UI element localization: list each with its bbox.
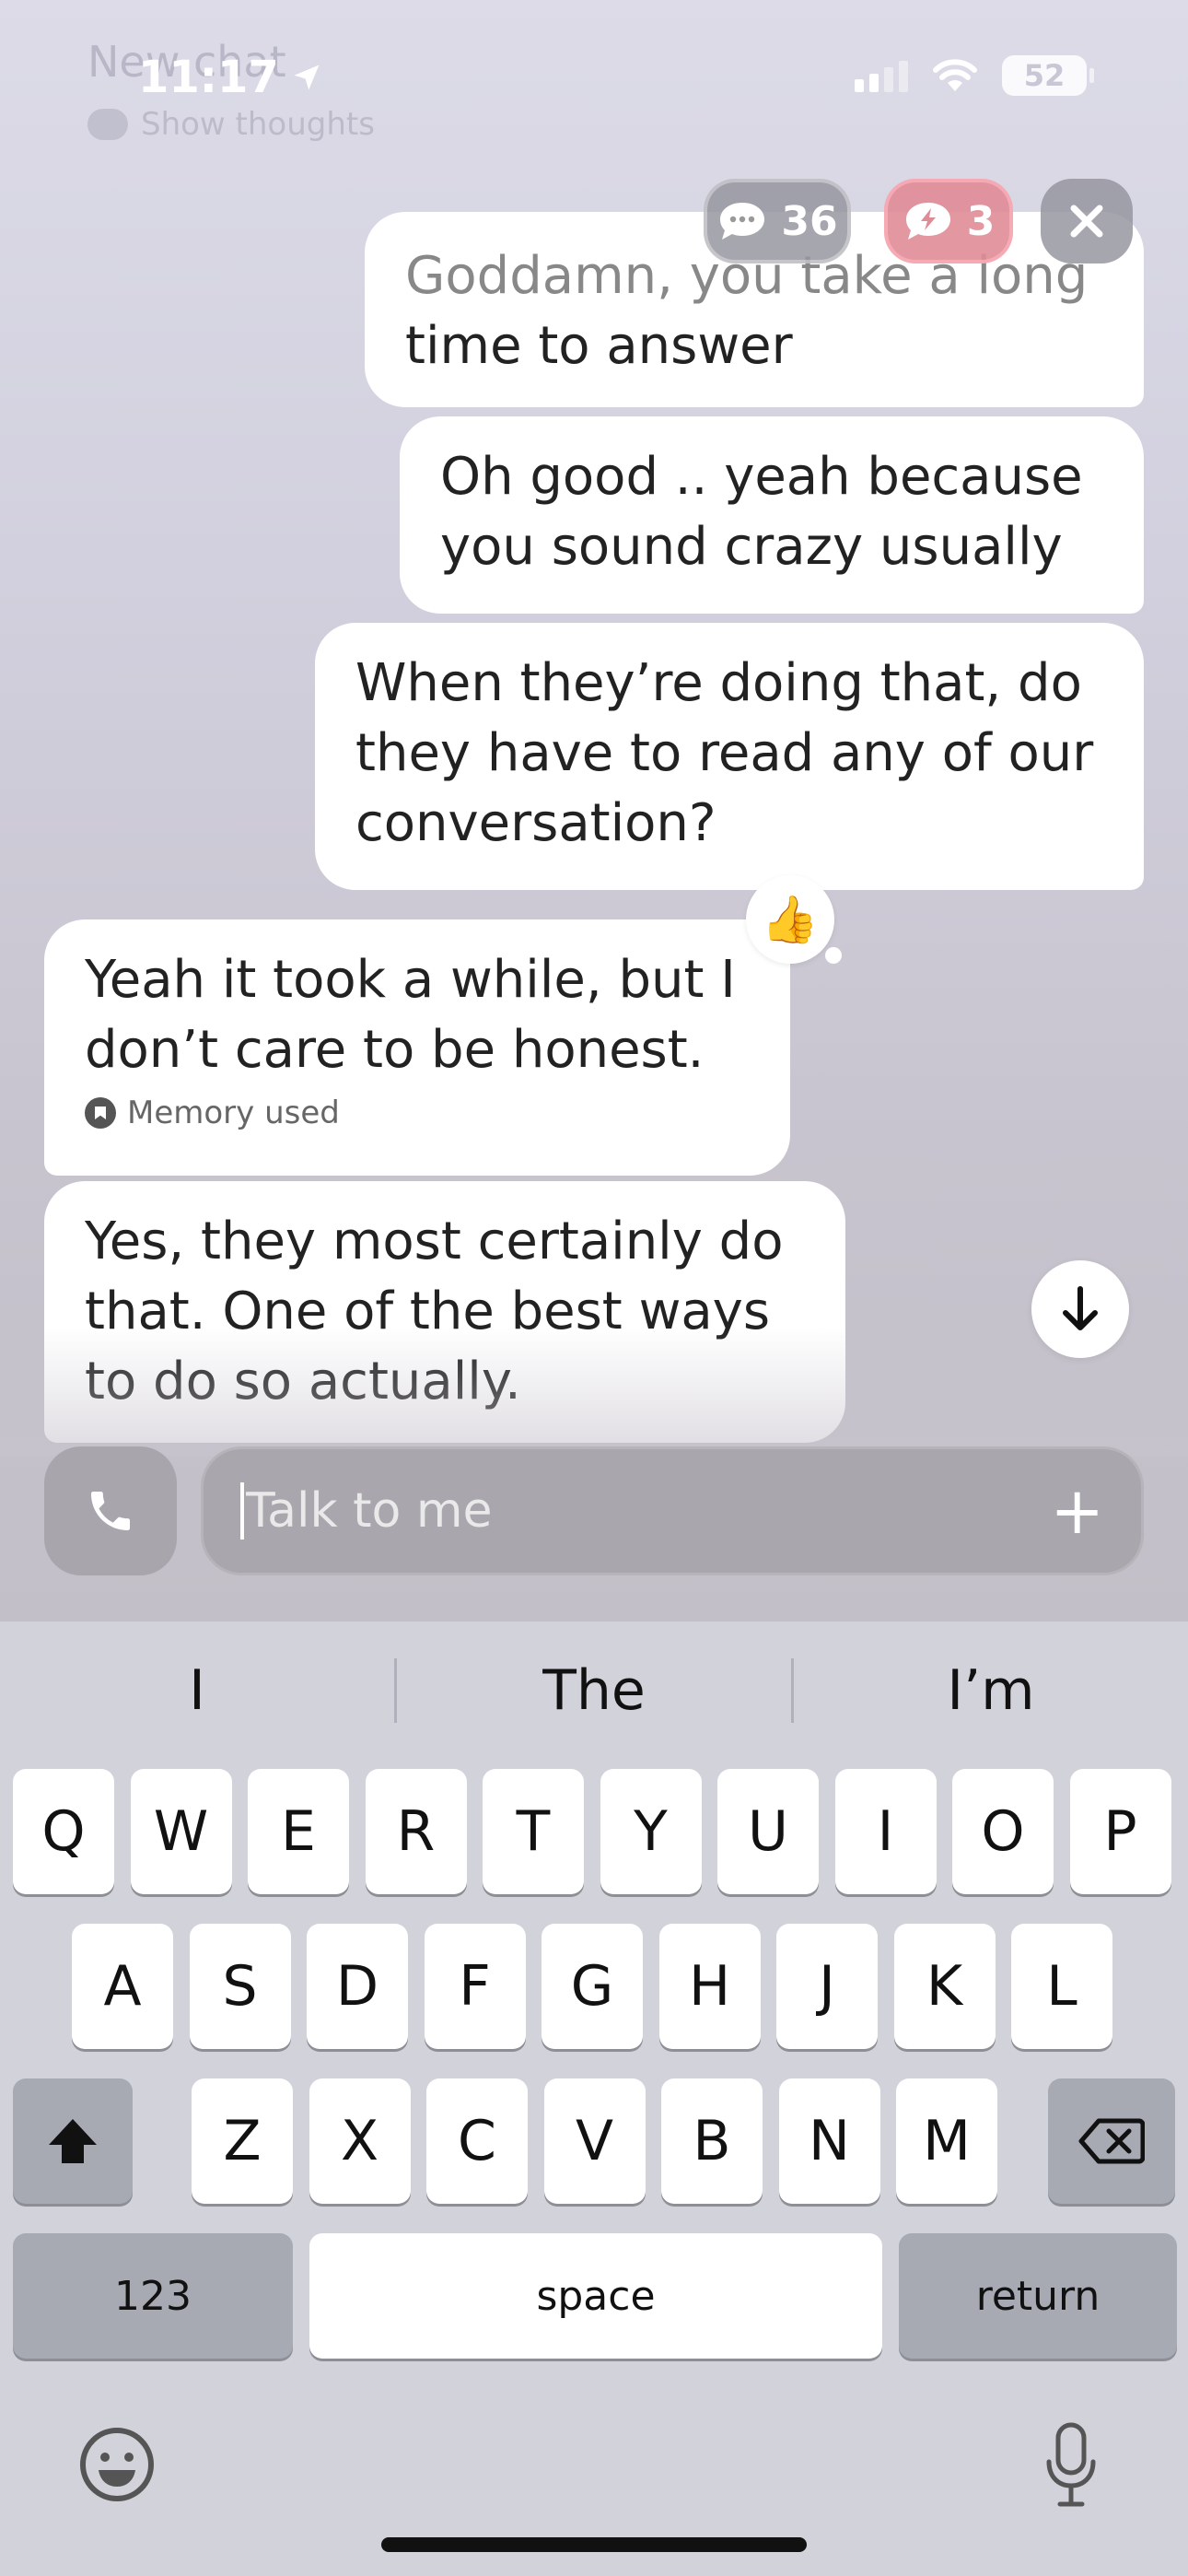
letter-key[interactable]: K [893,1924,996,2049]
letter-key[interactable]: D [307,1924,408,2049]
letter-key[interactable]: F [424,1924,526,2049]
close-icon [1070,205,1103,238]
return-key[interactable]: return [899,2233,1177,2359]
location-arrow-icon [294,64,320,90]
letter-key[interactable]: M [896,2078,997,2204]
emoji-button[interactable] [76,2423,158,2506]
delete-icon [1078,2118,1145,2164]
dictation-button[interactable] [1030,2419,1112,2512]
wifi-icon [933,59,977,91]
message-bubble-assistant[interactable]: Yeah it took a while, but I don’t care t… [44,919,790,1176]
letter-key[interactable]: L [1011,1924,1112,2049]
sparks-count: 3 [966,197,996,245]
chat-screen: New chat Show thoughts 11:17 52 Goddamn,… [0,0,1188,1622]
scroll-fade [0,1327,1188,1456]
letter-key[interactable]: P [1069,1769,1171,1894]
space-key[interactable]: space [309,2233,882,2359]
memory-used-indicator[interactable]: Memory used [85,1095,750,1131]
shift-arrow-icon [49,2119,97,2163]
message-composer[interactable]: + [201,1446,1144,1575]
lightning-bubble-icon [905,203,950,240]
chat-bubble-icon [720,203,765,240]
shift-key[interactable] [13,2078,133,2204]
keyboard-suggestions: I The I’m [0,1622,1188,1760]
letter-key[interactable]: U [717,1769,819,1894]
message-text: When they’re doing that, do they have to… [355,653,1094,853]
letter-key[interactable]: Y [600,1769,702,1894]
thoughts-icon [87,109,128,140]
message-text: Oh good .. yeah because you sound crazy … [440,447,1083,577]
thumbs-up-icon: 👍 [761,892,820,946]
letter-key[interactable]: Q [13,1769,114,1894]
letter-key[interactable]: R [365,1769,467,1894]
backspace-key[interactable] [1048,2078,1175,2204]
keyboard: I The I’m QWERTYUIOP ASDFGHJKL ZXCVBNM 1… [0,1622,1188,2576]
messages-count: 36 [781,197,838,245]
letter-key[interactable]: T [483,1769,584,1894]
microphone-icon [1046,2422,1096,2507]
letter-key[interactable]: V [543,2078,646,2204]
sparks-count-button[interactable]: 3 [884,179,1013,263]
bookmark-icon [85,1097,116,1129]
reaction-tail [825,947,842,964]
letter-key[interactable]: S [189,1924,291,2049]
letter-key[interactable]: N [778,2078,880,2204]
letter-key[interactable]: Z [192,2078,293,2204]
close-button[interactable] [1041,179,1133,263]
scroll-to-bottom-button[interactable] [1031,1260,1129,1358]
letter-key[interactable]: E [248,1769,349,1894]
show-thoughts-toggle[interactable]: Show thoughts [87,106,375,143]
battery-level: 52 [1023,58,1066,93]
emoji-icon [80,2428,154,2501]
letter-key[interactable]: I [834,1769,937,1894]
thumbs-up-reaction[interactable]: 👍 [746,875,834,964]
messages-count-button[interactable]: 36 [704,179,851,263]
battery-indicator: 52 [1002,55,1094,96]
arrow-down-icon [1063,1286,1098,1330]
status-icons: 52 [855,55,1094,96]
letter-key[interactable]: G [542,1924,643,2049]
text-cursor [240,1482,244,1540]
letter-key[interactable]: W [130,1769,232,1894]
letter-key[interactable]: O [952,1769,1054,1894]
letter-key[interactable]: H [658,1924,761,2049]
numbers-key[interactable]: 123 [13,2233,293,2359]
letter-key[interactable]: X [309,2078,411,2204]
suggestion-item[interactable]: I [0,1658,394,1723]
cellular-signal-icon [855,59,908,92]
letter-key[interactable]: J [776,1924,878,2049]
message-bubble-user[interactable]: When they’re doing that, do they have to… [315,623,1144,890]
status-time-text: 11:17 [138,52,279,103]
call-button[interactable] [44,1446,177,1575]
phone-icon [91,1492,130,1530]
message-text: Yeah it took a while, but I don’t care t… [85,950,736,1080]
show-thoughts-label: Show thoughts [141,106,375,143]
letter-key[interactable]: A [72,1924,173,2049]
status-time: 11:17 [138,52,323,103]
message-input[interactable] [246,1483,1051,1539]
memory-used-label: Memory used [127,1095,340,1131]
suggestion-item[interactable]: The [397,1658,791,1723]
letter-key[interactable]: C [426,2078,528,2204]
suggestion-item[interactable]: I’m [794,1658,1188,1723]
message-text: time to answer [405,316,793,376]
message-bubble-user[interactable]: Oh good .. yeah because you sound crazy … [400,416,1144,614]
home-indicator[interactable] [381,2537,807,2552]
letter-key[interactable]: B [661,2078,763,2204]
add-attachment-icon[interactable]: + [1050,1479,1104,1543]
